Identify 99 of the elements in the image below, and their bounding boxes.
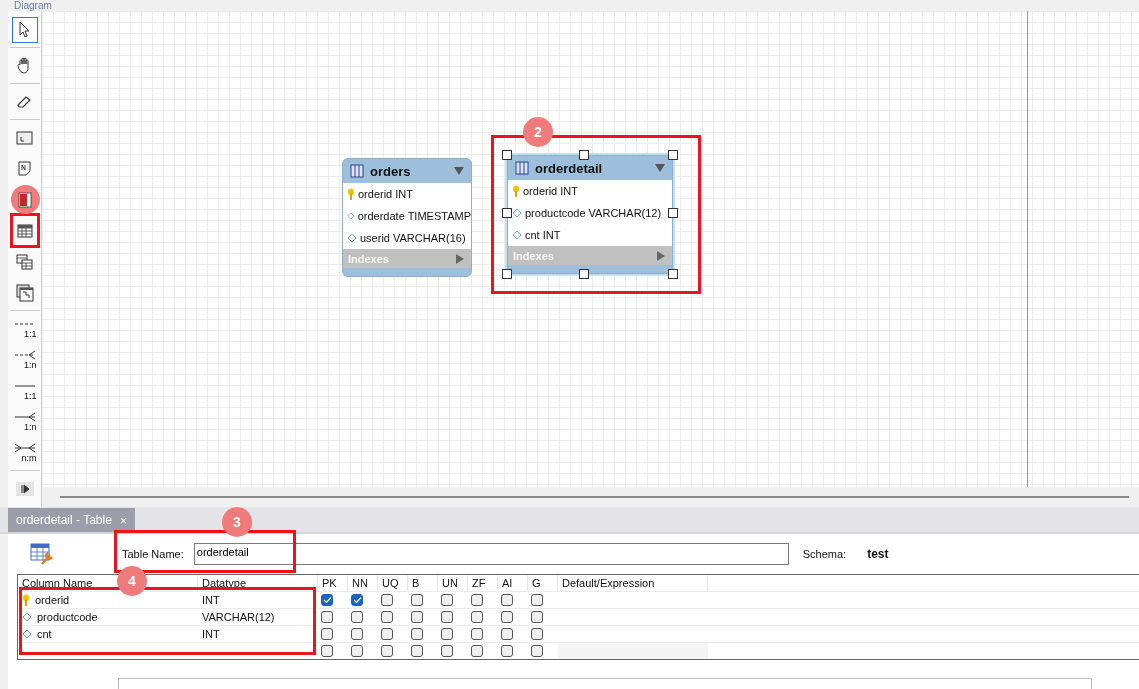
checkbox[interactable] <box>531 611 543 623</box>
checkbox[interactable] <box>381 594 393 606</box>
resize-handle[interactable] <box>502 150 512 160</box>
column-entry: orderdate TIMESTAMP <box>357 210 471 222</box>
relationship-tool[interactable]: n:m <box>11 438 38 467</box>
column-header[interactable]: UN <box>438 575 468 591</box>
checkbox[interactable] <box>351 645 363 657</box>
resize-handle[interactable] <box>668 269 678 279</box>
diamond-icon <box>512 230 522 240</box>
field-label: Table Name: <box>122 548 184 560</box>
table-cell: cnt <box>37 628 52 640</box>
checkbox[interactable] <box>351 611 363 623</box>
checkbox[interactable] <box>471 628 483 640</box>
text-field[interactable] <box>118 678 1092 689</box>
key-icon <box>347 188 355 200</box>
checkbox[interactable] <box>531 645 543 657</box>
column-header[interactable]: G <box>528 575 558 591</box>
checkbox[interactable] <box>321 645 333 657</box>
relationship-tool[interactable]: 1:1 <box>11 376 38 405</box>
column-entry: productcode VARCHAR(12) <box>525 207 662 219</box>
table-cell: VARCHAR(12) <box>202 611 275 623</box>
table-icon <box>515 161 529 175</box>
column-header[interactable]: PK <box>318 575 348 591</box>
diamond-icon <box>347 211 355 221</box>
checkbox[interactable] <box>501 645 513 657</box>
pointer-tool[interactable] <box>11 16 38 43</box>
table-editor-icon <box>30 542 56 566</box>
checkbox[interactable] <box>321 628 333 640</box>
resize-handle[interactable] <box>668 208 678 218</box>
table-name-field[interactable]: orderdetail <box>193 543 789 565</box>
checkbox[interactable] <box>501 628 513 640</box>
checkbox[interactable] <box>411 611 423 623</box>
column-header[interactable]: B <box>408 575 438 591</box>
column-entry: cnt INT <box>525 229 561 241</box>
relationship-tool[interactable]: 1:1 <box>11 314 38 343</box>
column-header[interactable]: UQ <box>378 575 408 591</box>
checkbox[interactable] <box>321 611 333 623</box>
diamond-icon <box>512 208 522 218</box>
checkbox[interactable] <box>531 628 543 640</box>
checkbox[interactable] <box>441 645 453 657</box>
checkbox[interactable] <box>351 628 363 640</box>
relationship-tool[interactable]: 1:n <box>11 345 38 374</box>
checkbox[interactable] <box>381 645 393 657</box>
checkbox[interactable] <box>351 594 363 606</box>
column-header[interactable]: ZF <box>468 575 498 591</box>
checkbox[interactable] <box>531 594 543 606</box>
resize-handle[interactable] <box>502 269 512 279</box>
column-header[interactable]: Default/Expression <box>558 575 708 591</box>
step-marker: 4 <box>117 566 147 596</box>
relationship-tool[interactable]: 1:n <box>11 407 38 436</box>
checkbox[interactable] <box>471 611 483 623</box>
column-header[interactable]: NN <box>348 575 378 591</box>
check-icon <box>352 596 362 604</box>
scroll-button[interactable] <box>15 481 34 496</box>
table-cell: orderid <box>35 594 70 606</box>
resize-handle[interactable] <box>579 269 589 279</box>
column-header[interactable]: AI <box>498 575 528 591</box>
column-entry: orderid INT <box>358 188 414 200</box>
view-icon <box>14 251 35 272</box>
checkbox[interactable] <box>471 645 483 657</box>
scroll-arrow-icon <box>19 483 30 494</box>
resize-handle[interactable] <box>579 150 589 160</box>
checkbox[interactable] <box>411 594 423 606</box>
column-entry: orderid INT <box>523 185 579 197</box>
expand-arrow-icon <box>657 250 665 261</box>
column-entry: userid VARCHAR(16) <box>360 232 466 244</box>
checkbox[interactable] <box>471 594 483 606</box>
table-cell: INT <box>202 594 220 606</box>
panel-title: Diagram <box>14 0 52 11</box>
resize-handle[interactable] <box>668 150 678 160</box>
checkbox[interactable] <box>411 645 423 657</box>
check-icon <box>322 596 332 604</box>
column-header[interactable]: Datatype <box>198 575 318 591</box>
resize-handle[interactable] <box>502 208 512 218</box>
routine-icon <box>14 282 35 303</box>
key-icon <box>22 594 30 606</box>
diamond-icon <box>347 233 357 243</box>
schema-value: test <box>867 547 889 561</box>
dropdown-icon <box>655 164 665 172</box>
empty-cell[interactable] <box>558 643 708 659</box>
dropdown-icon <box>454 167 464 175</box>
table-name: orderdetail <box>535 160 604 176</box>
checkbox[interactable] <box>501 611 513 623</box>
table-icon <box>350 164 364 178</box>
key-icon <box>512 185 520 197</box>
checkbox[interactable] <box>411 628 423 640</box>
table-name: orders <box>370 163 412 179</box>
checkbox[interactable] <box>441 628 453 640</box>
table-cell: productcode <box>37 611 98 623</box>
checkbox[interactable] <box>381 628 393 640</box>
checkbox[interactable] <box>501 594 513 606</box>
checkbox[interactable] <box>381 611 393 623</box>
field-label: Schema: <box>802 548 847 560</box>
checkbox[interactable] <box>321 594 333 606</box>
expand-arrow-icon <box>456 253 464 264</box>
checkbox[interactable] <box>441 611 453 623</box>
checkbox[interactable] <box>441 594 453 606</box>
table-cell: INT <box>202 628 220 640</box>
step-marker: 2 <box>523 117 553 147</box>
